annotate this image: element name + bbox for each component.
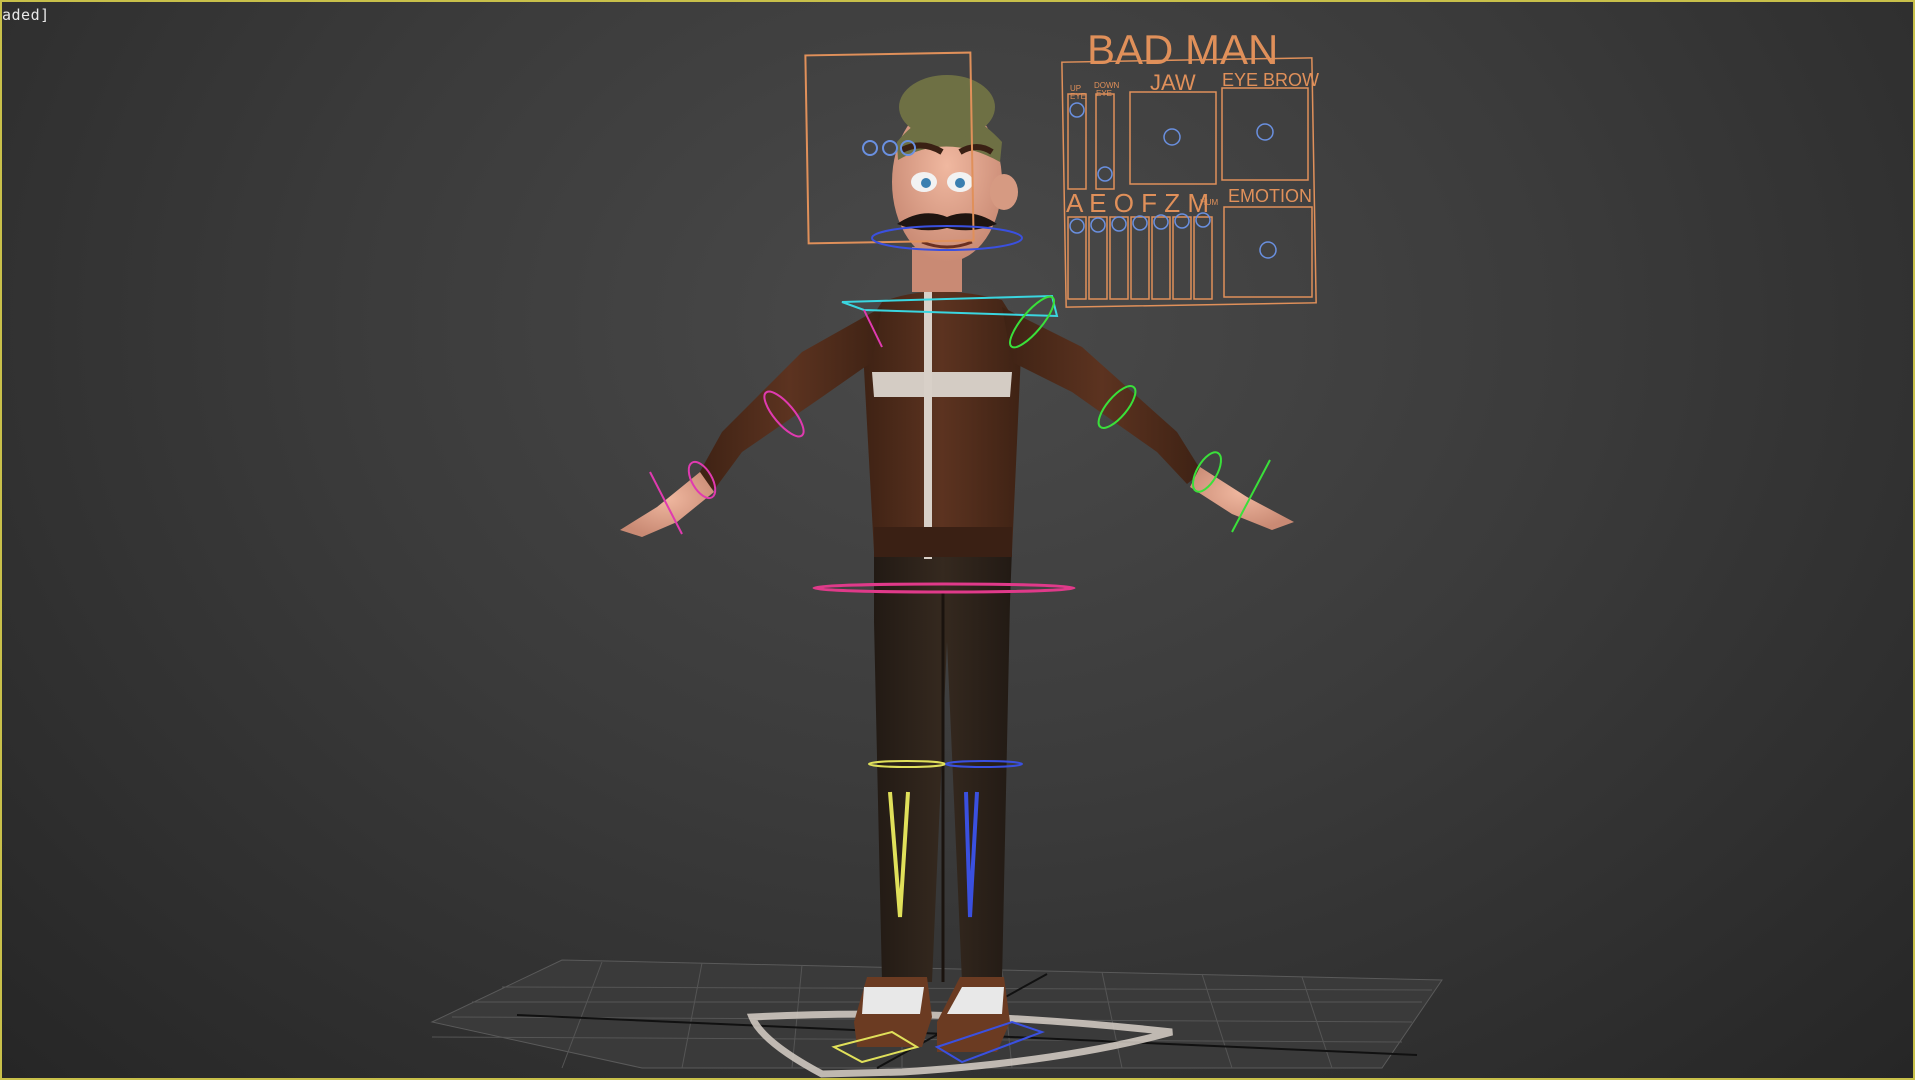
svg-text:EYE: EYE xyxy=(1096,89,1112,98)
phoneme-labels: A E O F Z M xyxy=(1066,188,1209,218)
facial-control-panel[interactable]: BAD MAN UP EYE DOWN EYE JAW EYE BROW A E… xyxy=(1061,26,1319,308)
eyebrow-pad xyxy=(1221,87,1309,181)
emotion-pad xyxy=(1223,206,1313,298)
svg-text:EMOTION: EMOTION xyxy=(1228,186,1312,206)
facial-panel-title: BAD MAN xyxy=(1087,26,1278,73)
character-head xyxy=(892,75,1018,292)
scene-canvas[interactable]: BAD MAN UP EYE DOWN EYE JAW EYE BROW A E… xyxy=(2,2,1913,1078)
svg-text:EYE BROW: EYE BROW xyxy=(1222,70,1319,90)
3d-viewport[interactable]: aded] BAD MAN UP EYE DOWN EYE JAW EYE BR… xyxy=(0,0,1915,1080)
character-torso xyxy=(862,277,1022,559)
phoneme-sliders xyxy=(1067,212,1213,300)
svg-text:HUM: HUM xyxy=(1200,198,1219,207)
svg-text:EYE: EYE xyxy=(1070,92,1086,101)
jaw-pad xyxy=(1129,91,1217,185)
svg-text:JAW: JAW xyxy=(1150,70,1196,95)
